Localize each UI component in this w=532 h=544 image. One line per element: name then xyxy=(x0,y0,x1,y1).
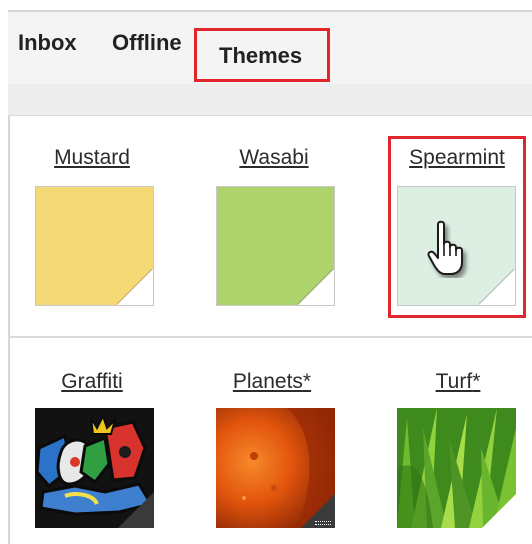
theme-label-wasabi[interactable]: Wasabi xyxy=(224,146,324,170)
tab-themes[interactable]: Themes xyxy=(194,28,330,82)
theme-label-planets-name: Planets xyxy=(232,370,303,393)
theme-label-turf[interactable]: Turf* xyxy=(418,370,498,394)
theme-swatch-graffiti[interactable] xyxy=(35,408,154,528)
more-dots-icon xyxy=(315,521,331,525)
toolbar-strip xyxy=(8,84,532,116)
tab-offline[interactable]: Offline xyxy=(112,30,182,56)
theme-swatch-mustard[interactable] xyxy=(35,186,154,306)
premium-marker: * xyxy=(472,370,481,393)
turf-thumbnail xyxy=(397,408,516,528)
theme-swatch-wasabi[interactable] xyxy=(216,186,335,306)
theme-label-graffiti[interactable]: Graffiti xyxy=(44,370,140,394)
theme-label-turf-name: Turf xyxy=(435,370,473,393)
graffiti-thumbnail xyxy=(35,408,154,528)
page-curl xyxy=(298,269,334,305)
page-curl xyxy=(117,269,153,305)
tab-themes-label: Themes xyxy=(219,43,303,68)
theme-label-planets[interactable]: Planets* xyxy=(222,370,322,394)
row-separator xyxy=(8,336,532,338)
theme-label-mustard[interactable]: Mustard xyxy=(42,146,142,170)
theme-swatch-turf[interactable] xyxy=(397,408,516,528)
tab-inbox[interactable]: Inbox xyxy=(18,30,77,56)
hand-cursor-icon xyxy=(427,220,463,275)
premium-marker: * xyxy=(302,370,312,393)
theme-swatch-planets[interactable] xyxy=(216,408,335,528)
planets-thumbnail xyxy=(216,408,335,528)
